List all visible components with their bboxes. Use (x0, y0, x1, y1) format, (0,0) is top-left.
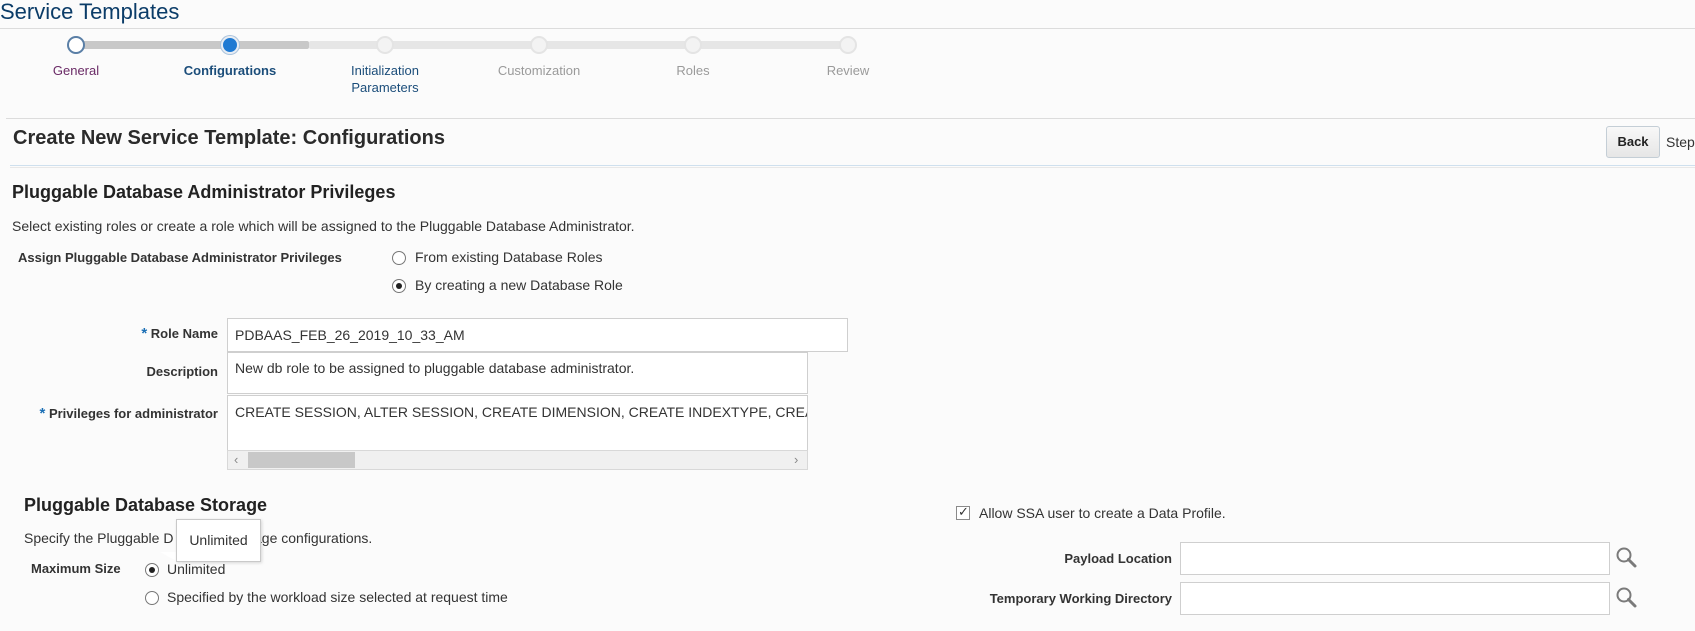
train-stop-review (839, 36, 857, 54)
radio-new-role[interactable] (392, 279, 406, 293)
train-label-initialization-parameters[interactable]: Initialization Parameters (325, 62, 445, 96)
scrollbar-thumb[interactable] (248, 452, 355, 468)
radio-workload-size[interactable] (145, 591, 159, 605)
required-marker: * (141, 325, 148, 342)
privileges-heading: Pluggable Database Administrator Privile… (12, 182, 396, 202)
header-divider (10, 165, 1695, 166)
train-stop-configurations[interactable] (221, 36, 239, 54)
train-stop-roles (684, 36, 702, 54)
search-icon[interactable] (1614, 545, 1640, 571)
role-name-label: * Role Name (100, 325, 218, 342)
assign-privileges-label: Assign Pluggable Database Administrator … (18, 250, 342, 265)
step-indicator: Step (1666, 134, 1695, 150)
allow-data-profile-checkbox[interactable]: ✓ (956, 504, 970, 520)
privileges-description: Select existing roles or create a role w… (12, 218, 635, 234)
radio-existing-roles[interactable] (392, 251, 406, 265)
privileges-label-text: Privileges for administrator (48, 406, 218, 421)
temp-directory-label: Temporary Working Directory (989, 591, 1172, 606)
train-label-line2: Parameters (351, 80, 419, 95)
radio-workload-size-label[interactable]: Specified by the workload size selected … (167, 589, 508, 605)
train-label-review: Review (826, 63, 870, 78)
app-title: Service Templates (0, 0, 180, 24)
train-stop-general[interactable] (67, 36, 85, 54)
privileges-label: * Privileges for administrator (10, 405, 218, 422)
train-divider (6, 118, 1695, 119)
chevron-left-icon[interactable]: ‹ (234, 451, 238, 469)
unlimited-tooltip: Unlimited (176, 519, 261, 562)
required-marker: * (39, 405, 46, 422)
storage-description-start: Specify the Pluggable D (24, 530, 174, 546)
temp-directory-input[interactable] (1180, 582, 1610, 615)
title-divider (0, 28, 1695, 29)
header-divider-shadow (10, 167, 1695, 168)
privileges-textarea[interactable]: CREATE SESSION, ALTER SESSION, CREATE DI… (227, 395, 808, 451)
train-label-line1: Initialization (351, 63, 419, 78)
description-label: Description (146, 364, 218, 379)
process-train: General Configurations Initialization Pa… (0, 30, 900, 100)
train-stop-customization (530, 36, 548, 54)
radio-existing-roles-label[interactable]: From existing Database Roles (415, 249, 603, 265)
train-label-general[interactable]: General (16, 62, 136, 79)
privileges-horizontal-scrollbar[interactable]: ‹ › (227, 450, 808, 470)
train-label-roles: Roles (676, 63, 710, 78)
privileges-text: CREATE SESSION, ALTER SESSION, CREATE DI… (235, 404, 808, 420)
role-name-input[interactable]: PDBAAS_FEB_26_2019_10_33_AM (227, 318, 848, 352)
train-stop-initialization-parameters[interactable] (376, 36, 394, 54)
radio-unlimited[interactable] (145, 563, 159, 577)
radio-new-role-label[interactable]: By creating a new Database Role (415, 277, 623, 293)
train-label-customization: Customization (497, 63, 581, 78)
role-name-label-text: Role Name (150, 326, 218, 341)
payload-location-label: Payload Location (1064, 551, 1172, 566)
payload-location-input[interactable] (1180, 542, 1610, 575)
description-textarea[interactable]: New db role to be assigned to pluggable … (227, 352, 808, 394)
chevron-right-icon[interactable]: › (794, 451, 798, 469)
storage-description-end: age configurations. (254, 530, 373, 546)
checkmark-icon: ✓ (958, 504, 969, 519)
back-button[interactable]: Back (1606, 126, 1660, 158)
train-label-configurations: Configurations (183, 63, 277, 78)
search-icon[interactable] (1614, 585, 1640, 611)
maximum-size-label: Maximum Size (31, 561, 121, 576)
page-title: Create New Service Template: Configurati… (13, 127, 445, 149)
train-track-completed (76, 41, 309, 49)
allow-data-profile-label[interactable]: Allow SSA user to create a Data Profile. (979, 505, 1226, 521)
storage-heading: Pluggable Database Storage (24, 495, 268, 515)
